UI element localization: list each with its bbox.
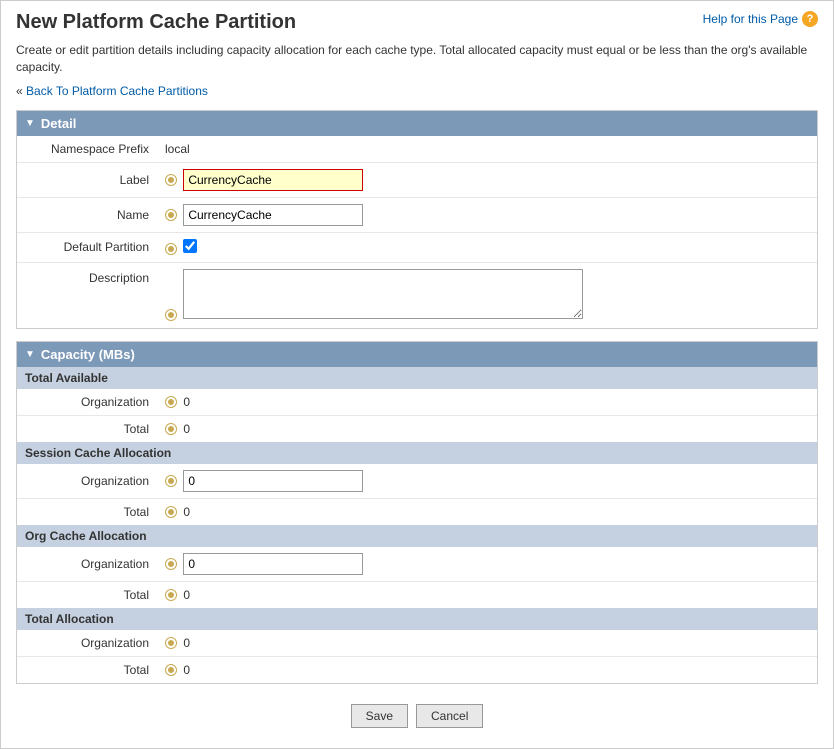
detail-section-header: ▼ Detail <box>17 111 817 136</box>
total-available-total-label: Total <box>17 415 157 442</box>
detail-toggle-arrow[interactable]: ▼ <box>25 118 35 129</box>
session-total-label: Total <box>17 498 157 525</box>
session-total-row: Total 0 <box>17 498 817 525</box>
default-partition-cell <box>157 232 817 262</box>
total-avail-total-icon <box>165 423 177 435</box>
name-input[interactable] <box>183 204 363 226</box>
help-icon: ? <box>802 11 818 27</box>
org-cache-org-label: Organization <box>17 547 157 582</box>
capacity-section-title: Capacity (MBs) <box>41 347 135 362</box>
org-cache-org-icon <box>165 558 177 570</box>
session-cache-header: Session Cache Allocation <box>17 442 817 464</box>
total-available-org-row: Organization 0 <box>17 389 817 416</box>
breadcrumb-link[interactable]: Back To Platform Cache Partitions <box>26 84 208 98</box>
default-partition-checkbox[interactable] <box>183 239 197 253</box>
total-alloc-total-row: Total 0 <box>17 656 817 683</box>
org-cache-total-value: 0 <box>183 588 190 602</box>
help-link-text: Help for this Page <box>703 12 798 26</box>
label-field-cell <box>157 162 817 197</box>
page-description: Create or edit partition details includi… <box>16 42 818 76</box>
name-field-cell <box>157 197 817 232</box>
total-available-org-value: 0 <box>183 395 190 409</box>
org-cache-org-row: Organization <box>17 547 817 582</box>
breadcrumb: « Back To Platform Cache Partitions <box>16 84 818 98</box>
namespace-prefix-row: Namespace Prefix local <box>17 136 817 163</box>
session-total-cell: 0 <box>157 498 817 525</box>
org-cache-table: Organization Total 0 <box>17 547 817 608</box>
namespace-prefix-value: local <box>157 136 817 163</box>
total-alloc-total-cell: 0 <box>157 656 817 683</box>
page-header: New Platform Cache Partition Help for th… <box>16 11 818 34</box>
namespace-prefix-label: Namespace Prefix <box>17 136 157 163</box>
org-cache-org-cell <box>157 547 817 582</box>
session-org-cell <box>157 464 817 499</box>
description-label: Description <box>17 262 157 328</box>
total-available-org-cell: 0 <box>157 389 817 416</box>
total-allocation-header: Total Allocation <box>17 608 817 630</box>
org-cache-org-input[interactable] <box>183 553 363 575</box>
session-org-label: Organization <box>17 464 157 499</box>
default-partition-row: Default Partition <box>17 232 817 262</box>
breadcrumb-prefix: « <box>16 84 23 98</box>
total-alloc-org-label: Organization <box>17 630 157 657</box>
org-cache-total-cell: 0 <box>157 581 817 608</box>
detail-form-table: Namespace Prefix local Label Name <box>17 136 817 328</box>
total-avail-org-icon <box>165 396 177 408</box>
capacity-section: ▼ Capacity (MBs) Total Available Organiz… <box>16 341 818 684</box>
total-available-org-label: Organization <box>17 389 157 416</box>
capacity-section-header: ▼ Capacity (MBs) <box>17 342 817 367</box>
label-row: Label <box>17 162 817 197</box>
description-textarea[interactable] <box>183 269 583 319</box>
total-available-total-cell: 0 <box>157 415 817 442</box>
detail-section-title: Detail <box>41 116 76 131</box>
total-available-header: Total Available <box>17 367 817 389</box>
page-title: New Platform Cache Partition <box>16 11 296 34</box>
label-required-icon <box>165 174 177 186</box>
label-input[interactable] <box>183 169 363 191</box>
session-total-value: 0 <box>183 505 190 519</box>
total-allocation-table: Organization 0 Total 0 <box>17 630 817 683</box>
detail-section: ▼ Detail Namespace Prefix local Label <box>16 110 818 329</box>
description-cell <box>157 262 817 328</box>
capacity-toggle-arrow[interactable]: ▼ <box>25 349 35 360</box>
total-alloc-org-value: 0 <box>183 636 190 650</box>
total-alloc-total-label: Total <box>17 656 157 683</box>
session-org-icon <box>165 475 177 487</box>
name-field-label: Name <box>17 197 157 232</box>
total-available-total-value: 0 <box>183 422 190 436</box>
description-required-icon <box>165 309 177 321</box>
default-partition-icon <box>165 243 177 255</box>
footer-buttons: Save Cancel <box>16 704 818 728</box>
total-alloc-org-cell: 0 <box>157 630 817 657</box>
org-cache-total-icon <box>165 589 177 601</box>
save-button[interactable]: Save <box>351 704 408 728</box>
total-alloc-org-row: Organization 0 <box>17 630 817 657</box>
total-available-total-row: Total 0 <box>17 415 817 442</box>
page-container: New Platform Cache Partition Help for th… <box>0 0 834 749</box>
session-cache-table: Organization Total 0 <box>17 464 817 525</box>
name-required-icon <box>165 209 177 221</box>
help-link[interactable]: Help for this Page ? <box>703 11 818 27</box>
total-alloc-org-icon <box>165 637 177 649</box>
name-row: Name <box>17 197 817 232</box>
total-available-table: Organization 0 Total 0 <box>17 389 817 442</box>
total-alloc-total-icon <box>165 664 177 676</box>
session-total-icon <box>165 506 177 518</box>
session-org-input[interactable] <box>183 470 363 492</box>
description-row: Description <box>17 262 817 328</box>
default-partition-label: Default Partition <box>17 232 157 262</box>
org-cache-total-label: Total <box>17 581 157 608</box>
cancel-button[interactable]: Cancel <box>416 704 483 728</box>
label-field-label: Label <box>17 162 157 197</box>
org-cache-header: Org Cache Allocation <box>17 525 817 547</box>
session-org-row: Organization <box>17 464 817 499</box>
total-alloc-total-value: 0 <box>183 663 190 677</box>
org-cache-total-row: Total 0 <box>17 581 817 608</box>
